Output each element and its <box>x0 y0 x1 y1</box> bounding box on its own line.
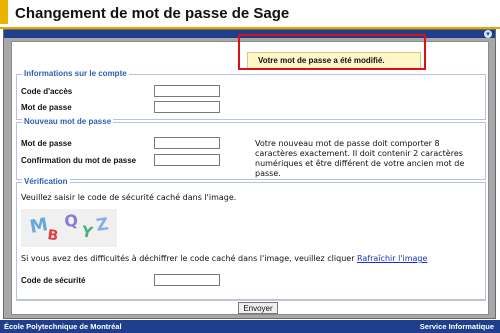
refresh-image-link[interactable]: Rafraîchir l'image <box>357 254 427 263</box>
captcha-char: Q <box>63 211 79 231</box>
highlight-outline <box>238 34 426 70</box>
account-info-legend: Informations sur le compte <box>22 69 129 78</box>
page-title: Changement de mot de passe de Sage <box>15 5 290 22</box>
captcha-instruction: Veuillez saisir le code de sécurité cach… <box>21 193 237 202</box>
confirm-password-label: Confirmation du mot de passe <box>21 156 137 165</box>
current-password-input[interactable] <box>154 101 220 113</box>
captcha-image: MBQYZ <box>21 209 117 247</box>
security-code-label: Code de sécurité <box>21 276 86 285</box>
security-code-input[interactable] <box>154 274 220 286</box>
new-password-input[interactable] <box>154 137 220 149</box>
new-password-legend: Nouveau mot de passe <box>22 117 114 126</box>
captcha-char: B <box>46 227 59 244</box>
captcha-char: Y <box>79 222 95 242</box>
main-frame: ▾ Votre mot de passe a été modifié. Info… <box>3 29 496 319</box>
access-code-input[interactable] <box>154 85 220 97</box>
verification-legend: Vérification <box>22 177 70 186</box>
submit-bar: Envoyer <box>16 300 486 314</box>
footer-department: Service Informatique <box>419 322 494 331</box>
password-rules-text: Votre nouveau mot de passe doit comporte… <box>255 139 465 178</box>
collapse-toggle-icon[interactable]: ▾ <box>484 30 492 38</box>
captcha-graphic: MBQY Z <box>28 211 110 245</box>
confirm-password-input[interactable] <box>154 154 220 166</box>
captcha-char: Z <box>95 214 110 236</box>
verification-group: Vérification Veuillez saisir le code de … <box>16 177 486 300</box>
captcha-help-text: Si vous avez des difficultés à déchiffre… <box>21 254 427 263</box>
new-password-label: Mot de passe <box>21 139 72 148</box>
form-panel: Votre mot de passe a été modifié. Inform… <box>11 41 489 315</box>
captcha-char: M <box>28 214 49 238</box>
captcha-help-sentence: Si vous avez des difficultés à déchiffre… <box>21 254 358 263</box>
current-password-label: Mot de passe <box>21 103 72 112</box>
access-code-label: Code d'accès <box>21 87 73 96</box>
new-password-group: Nouveau mot de passe Mot de passe Confir… <box>16 117 486 180</box>
footer-institution: École Polytechnique de Montréal <box>4 322 122 331</box>
account-info-group: Informations sur le compte Code d'accès … <box>16 69 486 120</box>
submit-button[interactable]: Envoyer <box>238 302 278 314</box>
title-accent-bar <box>0 0 8 24</box>
footer-bar: École Polytechnique de Montréal Service … <box>0 320 500 333</box>
